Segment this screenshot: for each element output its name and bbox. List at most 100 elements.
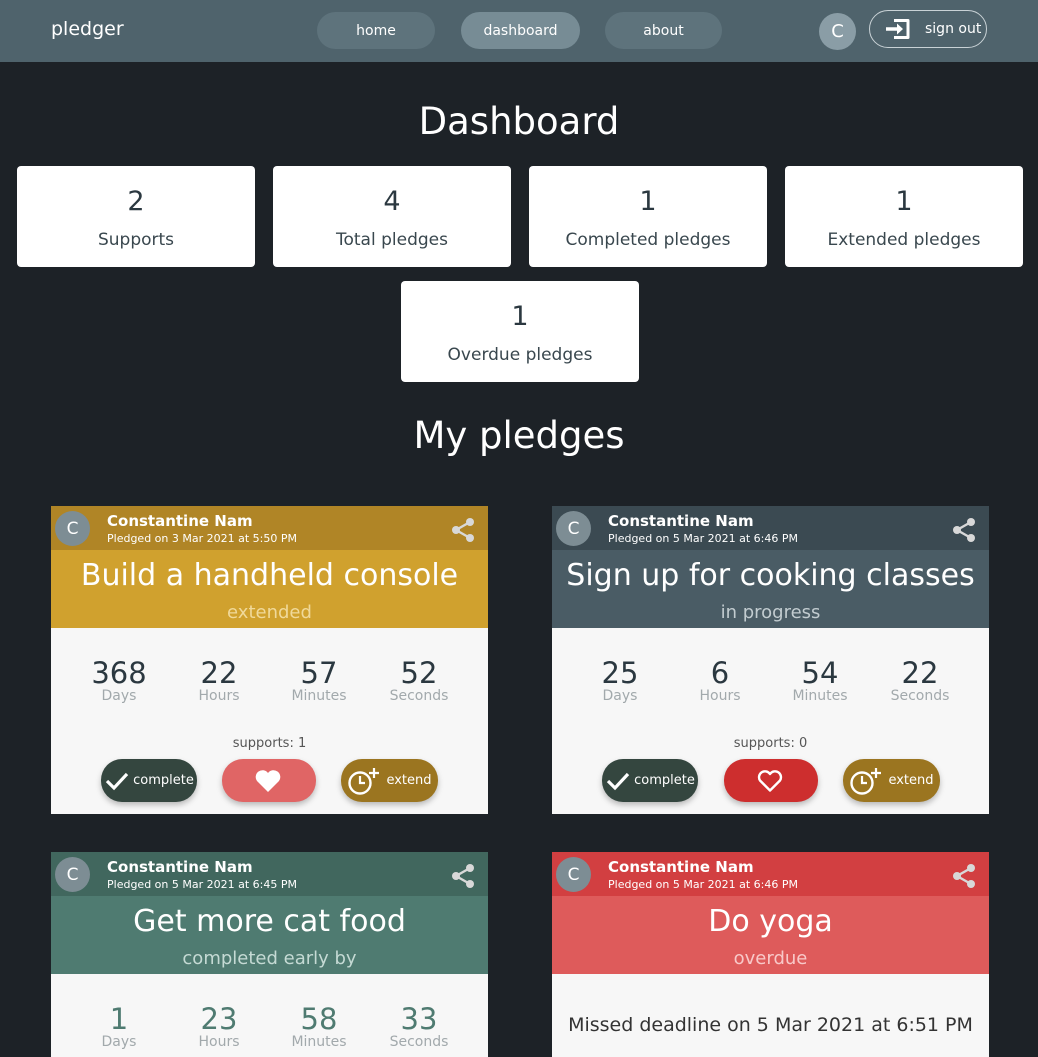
pledge-author-bar: C Constantine Nam Pledged on 5 Mar 2021 …	[552, 852, 989, 896]
timer-value: 25	[601, 656, 639, 690]
timer-value: 23	[200, 1002, 238, 1036]
sign-out-button[interactable]: sign out	[869, 10, 987, 48]
timer-value: 1	[109, 1002, 129, 1036]
timer-value: 368	[91, 656, 147, 690]
timer-seconds: 33 Seconds	[369, 1002, 469, 1050]
stat-value: 2	[127, 186, 145, 217]
dashboard-title: Dashboard	[418, 100, 620, 143]
extend-button[interactable]: extend	[341, 759, 438, 802]
pledge-title: Get more cat food	[133, 904, 406, 939]
stat-value: 1	[511, 301, 529, 332]
supports-count: supports: 0	[733, 736, 808, 751]
pledge-date: Pledged on 5 Mar 2021 at 6:46 PM	[608, 532, 798, 545]
timer-value: 58	[300, 1002, 338, 1036]
timer-unit: Seconds	[389, 688, 449, 704]
timer-unit: Minutes	[291, 1034, 347, 1050]
countdown-timer: 368 Days 22 Hours 57 Minutes 52 Seconds	[51, 656, 488, 706]
clock-plus-icon	[348, 767, 380, 795]
check-icon	[606, 772, 630, 790]
author-name[interactable]: Constantine Nam	[608, 858, 754, 876]
timer-seconds: 52 Seconds	[369, 656, 469, 704]
share-icon[interactable]	[450, 517, 476, 543]
timer-unit: Hours	[198, 688, 240, 704]
timer-value: 54	[801, 656, 839, 690]
timer-minutes: 58 Minutes	[269, 1002, 369, 1050]
timer-days: 1 Days	[69, 1002, 169, 1050]
heart-filled-icon	[255, 769, 280, 792]
timer-value: 22	[901, 656, 939, 690]
top-navbar: pledger home dashboard about C sign out	[0, 0, 1038, 62]
pledge-author-bar: C Constantine Nam Pledged on 5 Mar 2021 …	[552, 506, 989, 550]
sign-out-icon	[886, 19, 910, 39]
missed-deadline-text: Missed deadline on 5 Mar 2021 at 6:51 PM	[568, 1014, 973, 1036]
complete-button[interactable]: complete	[101, 759, 197, 802]
author-name[interactable]: Constantine Nam	[107, 858, 253, 876]
author-avatar[interactable]: C	[556, 857, 591, 892]
timer-value: 22	[200, 656, 238, 690]
stat-label: Total pledges	[336, 230, 448, 250]
timer-unit: Days	[602, 688, 638, 704]
extend-label: extend	[386, 773, 432, 788]
pledge-title: Build a handheld console	[80, 558, 459, 593]
timer-days: 368 Days	[69, 656, 169, 704]
author-avatar[interactable]: C	[55, 857, 90, 892]
sign-out-label: sign out	[925, 21, 982, 37]
timer-unit: Days	[101, 1034, 137, 1050]
pledge-date: Pledged on 3 Mar 2021 at 5:50 PM	[107, 532, 297, 545]
pledge-card: C Constantine Nam Pledged on 5 Mar 2021 …	[552, 506, 989, 814]
complete-label: complete	[634, 773, 695, 788]
pledge-status: in progress	[720, 602, 821, 623]
extend-button[interactable]: extend	[843, 759, 940, 802]
author-name[interactable]: Constantine Nam	[107, 512, 253, 530]
author-name[interactable]: Constantine Nam	[608, 512, 754, 530]
pledge-card-header: C Constantine Nam Pledged on 5 Mar 2021 …	[552, 852, 989, 974]
stat-label: Extended pledges	[827, 230, 981, 250]
stat-value: 1	[895, 186, 913, 217]
timer-unit: Seconds	[389, 1034, 449, 1050]
nav-home-button[interactable]: home	[317, 12, 435, 49]
timer-hours: 23 Hours	[169, 1002, 269, 1050]
timer-unit: Days	[101, 688, 137, 704]
timer-value: 57	[300, 656, 338, 690]
timer-unit: Minutes	[291, 688, 347, 704]
extend-label: extend	[888, 773, 934, 788]
share-icon[interactable]	[951, 517, 977, 543]
brand-logo[interactable]: pledger	[51, 18, 124, 40]
pledge-card-header: C Constantine Nam Pledged on 5 Mar 2021 …	[51, 852, 488, 974]
timer-days: 25 Days	[570, 656, 670, 704]
pledge-card-header: C Constantine Nam Pledged on 3 Mar 2021 …	[51, 506, 488, 628]
timer-value: 6	[710, 656, 730, 690]
nav-about-button[interactable]: about	[605, 12, 722, 49]
nav-dashboard-button[interactable]: dashboard	[461, 12, 580, 49]
my-pledges-title: My pledges	[413, 414, 625, 457]
clock-plus-icon	[850, 767, 882, 795]
pledge-card: C Constantine Nam Pledged on 3 Mar 2021 …	[51, 506, 488, 814]
stat-overdue-pledges-card: 1 Overdue pledges	[401, 281, 639, 382]
stat-label: Completed pledges	[565, 230, 731, 250]
stat-supports-card: 2 Supports	[17, 166, 255, 267]
stat-label: Overdue pledges	[447, 345, 593, 365]
stat-completed-pledges-card: 1 Completed pledges	[529, 166, 767, 267]
author-avatar[interactable]: C	[556, 511, 591, 546]
pledge-status: overdue	[733, 948, 808, 969]
author-avatar[interactable]: C	[55, 511, 90, 546]
support-heart-button[interactable]	[724, 759, 818, 802]
pledge-card: C Constantine Nam Pledged on 5 Mar 2021 …	[51, 852, 488, 1057]
share-icon[interactable]	[951, 863, 977, 889]
complete-label: complete	[133, 773, 194, 788]
timer-value: 52	[400, 656, 438, 690]
share-icon[interactable]	[450, 863, 476, 889]
pledge-author-bar: C Constantine Nam Pledged on 3 Mar 2021 …	[51, 506, 488, 550]
pledge-date: Pledged on 5 Mar 2021 at 6:46 PM	[608, 878, 798, 891]
check-icon	[105, 772, 129, 790]
pledge-card-header: C Constantine Nam Pledged on 5 Mar 2021 …	[552, 506, 989, 628]
support-heart-button[interactable]	[222, 759, 316, 802]
user-avatar[interactable]: C	[819, 13, 856, 50]
complete-button[interactable]: complete	[602, 759, 698, 802]
stat-value: 4	[383, 186, 401, 217]
stat-total-pledges-card: 4 Total pledges	[273, 166, 511, 267]
pledge-title: Do yoga	[708, 904, 833, 939]
timer-hours: 22 Hours	[169, 656, 269, 704]
timer-unit: Hours	[198, 1034, 240, 1050]
stat-value: 1	[639, 186, 657, 217]
